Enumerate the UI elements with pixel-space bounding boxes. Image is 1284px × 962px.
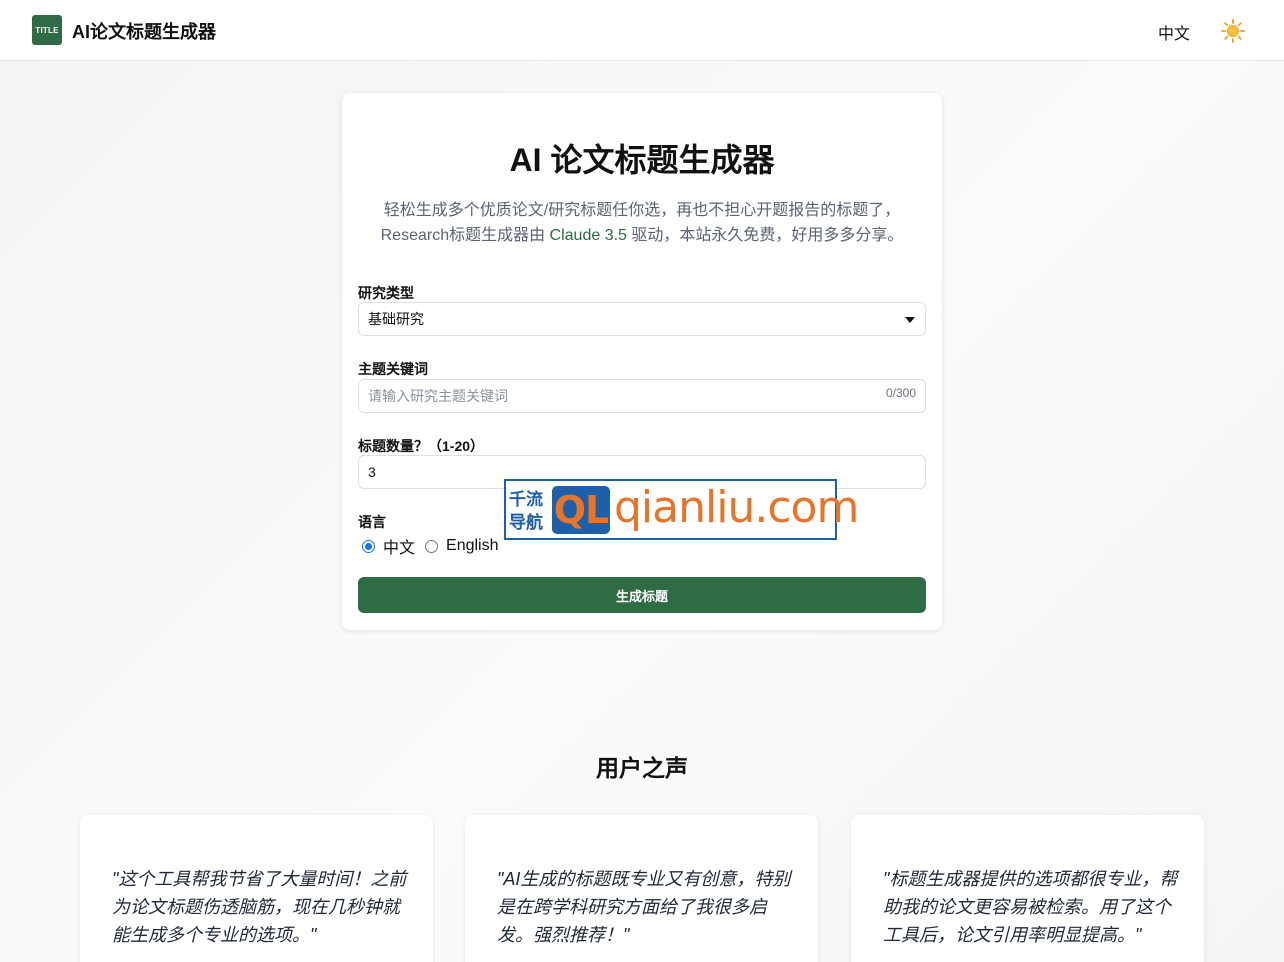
watermark-badge: QL: [552, 486, 610, 534]
keywords-label: 主题关键词: [358, 361, 428, 377]
top-header: TITLE AI论文标题生成器 中文: [0, 0, 1284, 61]
description: 轻松生成多个优质论文/研究标题任你选，再也不担心开题报告的标题了， Resear…: [362, 198, 922, 248]
research-type-value: 基础研究: [368, 311, 424, 327]
title-count-value: 3: [368, 464, 376, 480]
description-line-1: 轻松生成多个优质论文/研究标题任你选，再也不担心开题报告的标题了，: [383, 202, 901, 219]
description-prefix: Research标题生成器由: [380, 227, 550, 244]
logo[interactable]: TITLE: [32, 15, 62, 45]
testimonial-card: "AI生成的标题既专业又有创意，特别是在跨学科研究方面给了我很多启发。强烈推荐！…: [465, 815, 818, 962]
generator-card: AI 论文标题生成器 轻松生成多个优质论文/研究标题任你选，再也不担心开题报告的…: [342, 93, 942, 630]
radio-chinese[interactable]: [362, 539, 375, 553]
description-line-2: Research标题生成器由 Claude 3.5 驱动，本站永久免费，好用多多…: [362, 223, 922, 248]
title-count-label: 标题数量？（1-20）: [358, 438, 485, 454]
logo-text: TITLE: [35, 25, 59, 35]
radio-english-label[interactable]: English: [446, 537, 498, 555]
keywords-input[interactable]: 请输入研究主题关键词 0/300: [358, 379, 926, 413]
watermark-cn-line1: 千流: [509, 490, 543, 509]
watermark-cn: 千流 导航: [509, 488, 551, 534]
watermark-cn-line2: 导航: [509, 513, 543, 532]
language-radio-group: 中文 English: [362, 534, 499, 558]
sun-icon: [1221, 19, 1245, 43]
research-type-label: 研究类型: [358, 285, 414, 301]
keywords-placeholder: 请输入研究主题关键词: [368, 388, 508, 404]
testimonial-quote: "标题生成器提供的选项都很专业，帮助我的论文更容易被检索。用了这个工具后，论文引…: [883, 869, 1178, 945]
testimonial-card: "标题生成器提供的选项都很专业，帮助我的论文更容易被检索。用了这个工具后，论文引…: [851, 815, 1204, 962]
language-label: 语言: [358, 514, 386, 530]
site-brand[interactable]: AI论文标题生成器: [72, 18, 216, 44]
testimonials-title: 用户之声: [596, 755, 688, 781]
testimonial-quote: "AI生成的标题既专业又有创意，特别是在跨学科研究方面给了我很多启发。强烈推荐！…: [497, 869, 791, 945]
research-type-select[interactable]: 基础研究: [358, 302, 926, 336]
claude-link[interactable]: Claude 3.5: [550, 227, 627, 244]
testimonial-card: "这个工具帮我节省了大量时间！之前为论文标题伤透脑筋，现在几秒钟就能生成多个专业…: [80, 815, 433, 962]
character-counter: 0/300: [885, 386, 916, 400]
page-title: AI 论文标题生成器: [509, 142, 775, 178]
watermark-text: qianliu.com: [614, 482, 859, 533]
chevron-down-icon: [905, 317, 915, 323]
language-switcher[interactable]: 中文: [1158, 20, 1190, 44]
generate-button[interactable]: 生成标题: [358, 577, 926, 613]
radio-english[interactable]: [425, 539, 439, 553]
testimonial-quote: "这个工具帮我节省了大量时间！之前为论文标题伤透脑筋，现在几秒钟就能生成多个专业…: [112, 869, 407, 945]
radio-chinese-label[interactable]: 中文: [383, 534, 415, 558]
description-suffix: 驱动，本站永久免费，好用多多分享。: [626, 227, 904, 244]
theme-toggle-button[interactable]: [1220, 18, 1246, 44]
watermark-logo: 千流 导航 QL qianliu.com: [504, 479, 859, 540]
